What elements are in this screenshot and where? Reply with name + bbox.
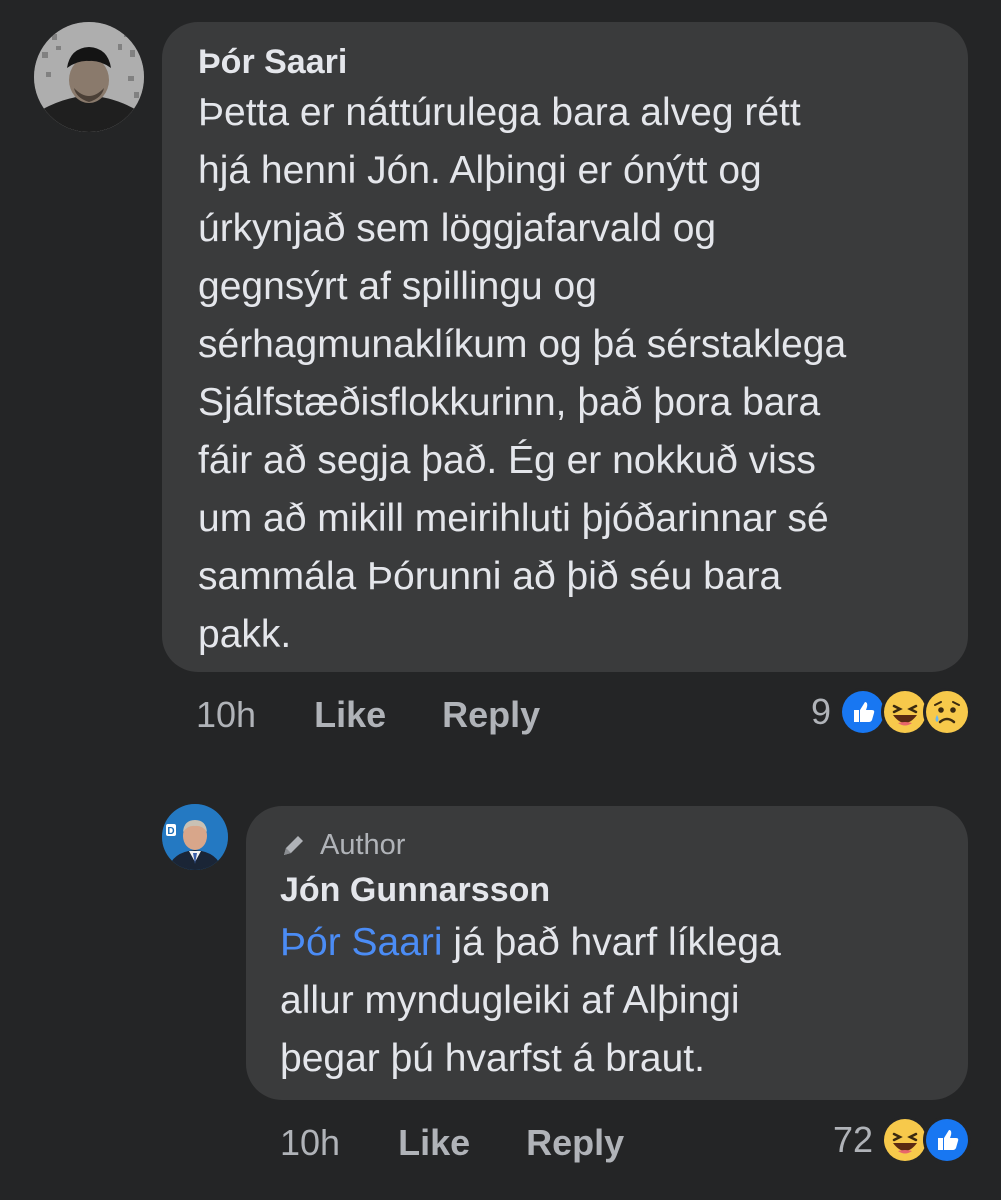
comment-text-segment: já það hvarf líklega [453,921,781,964]
comment-text-line: gegnsýrt af spillingu og [198,265,597,308]
comment-text-line: allur myndugleiki af Alþingi [280,979,740,1022]
mention-link[interactable]: Þór Saari [280,921,443,964]
reaction-summary[interactable]: 72 [833,1114,971,1166]
comment-text-line: hjá henni Jón. Alþingi er ónýtt og [198,149,762,192]
svg-text:D: D [167,826,174,837]
profile-photo [34,22,144,132]
comment-bubble: Author Jón Gunnarsson Þór Saari já það h… [246,806,968,1100]
comment-author-name[interactable]: Þór Saari [198,42,932,82]
reaction-summary[interactable]: 9 [811,686,971,738]
avatar[interactable]: D [162,804,228,870]
author-badge: Author [280,828,934,862]
comment-text-line: pakk. [198,613,292,656]
like-reaction-icon [923,1116,971,1164]
haha-reaction-icon [881,688,929,736]
like-button[interactable]: Like [314,694,386,736]
comment-text-line: þegar þú hvarfst á braut. [280,1037,705,1080]
pencil-icon [284,836,303,855]
comment-text-line: Þór Saari já það hvarf líklega [280,914,934,972]
reaction-count: 72 [832,1119,873,1160]
reaction-icons [839,688,971,736]
reply-button[interactable]: Reply [526,1122,624,1164]
haha-reaction-icon [881,1116,929,1164]
comment-text-line: fáir að segja það. Ég er nokkuð viss [198,439,816,482]
author-badge-label: Author [320,829,406,861]
comment-text: Þetta er náttúrulega bara alveg rétt hjá… [198,84,932,664]
comment-timestamp[interactable]: 10h [196,694,256,736]
comment-text-line: um að mikill meirihluti þjóðarinnar sé [198,497,829,540]
like-reaction-icon [839,688,887,736]
comment-actions: 10h Like Reply [196,690,540,740]
comment-author-name[interactable]: Jón Gunnarsson [280,870,934,910]
reply-button[interactable]: Reply [442,694,540,736]
comment-bubble: Þór Saari Þetta er náttúrulega bara alve… [162,22,968,672]
comment-text: Þór Saari já það hvarf líklega allur myn… [280,914,934,1088]
comment-text-line: Sjálfstæðisflokkurinn, það þora bara [198,381,821,424]
like-button[interactable]: Like [398,1122,470,1164]
comment-timestamp[interactable]: 10h [280,1122,340,1164]
avatar[interactable] [34,22,144,132]
comment-text-line: úrkynjað sem löggjafarvald og [198,207,717,250]
comment-actions: 10h Like Reply [280,1118,624,1168]
comment-text-line: sammála Þórunni að þið séu bara [198,555,782,598]
comment-text-line: Þetta er náttúrulega bara alveg rétt [198,91,801,134]
profile-photo: D [162,804,228,870]
sad-reaction-icon [923,688,971,736]
reaction-icons [881,1116,971,1164]
comment-text-line: sérhagmunaklíkum og þá sérstaklega [198,323,847,366]
reaction-count: 9 [810,691,831,732]
